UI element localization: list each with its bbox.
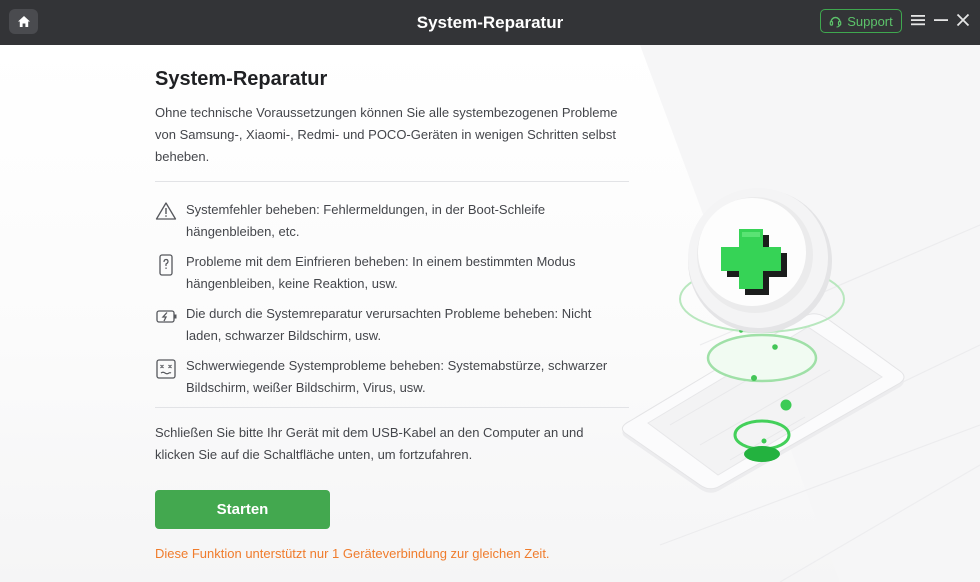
title-bar: System-Reparatur Support [0, 0, 980, 45]
connection-note: Diese Funktion unterstützt nur 1 Gerätev… [155, 546, 550, 561]
main-panel: System-Reparatur Ohne technische Vorauss… [0, 45, 980, 582]
feature-icon-container [155, 355, 186, 399]
feature-text: Probleme mit dem Einfrieren beheben: In … [186, 254, 576, 291]
start-button[interactable]: Starten [155, 490, 330, 529]
home-icon [17, 16, 30, 27]
feature-text: Systemfehler beheben: Fehlermeldungen, i… [186, 202, 546, 239]
repair-illustration [621, 188, 905, 493]
divider-bottom [155, 407, 629, 408]
minimize-button[interactable] [932, 9, 950, 31]
divider-top [155, 181, 629, 182]
feature-icon-container [155, 251, 186, 295]
minimize-icon [934, 19, 948, 21]
warning-triangle-icon [155, 202, 177, 220]
feature-text: Die durch die Systemreparatur verursacht… [186, 306, 592, 343]
instruction-text: Schließen Sie bitte Ihr Gerät mit dem US… [155, 425, 584, 462]
phone-question-icon [159, 254, 173, 276]
headset-icon [829, 16, 842, 28]
feature-text: Schwerwiegende Systemprobleme beheben: S… [186, 358, 608, 395]
feature-item: Systemfehler beheben: Fehlermeldungen, i… [155, 199, 630, 243]
hamburger-menu-icon [911, 15, 925, 26]
feature-icon-container [155, 303, 186, 347]
close-button[interactable] [954, 9, 972, 31]
home-button[interactable] [9, 9, 38, 34]
broken-screen-icon [156, 359, 176, 379]
support-label: Support [847, 13, 893, 29]
close-icon [956, 13, 970, 27]
window-title: System-Reparatur [416, 12, 564, 32]
support-button[interactable]: Support [820, 9, 902, 33]
feature-icon-container [155, 199, 186, 243]
battery-charging-icon [156, 310, 177, 323]
feature-item: Probleme mit dem Einfrieren beheben: In … [155, 251, 630, 295]
page-heading: System-Reparatur [155, 68, 328, 90]
feature-item: Die durch die Systemreparatur verursacht… [155, 303, 630, 347]
menu-button[interactable] [909, 9, 927, 31]
intro-text: Ohne technische Voraussetzungen können S… [155, 105, 618, 164]
feature-item: Schwerwiegende Systemprobleme beheben: S… [155, 355, 630, 399]
